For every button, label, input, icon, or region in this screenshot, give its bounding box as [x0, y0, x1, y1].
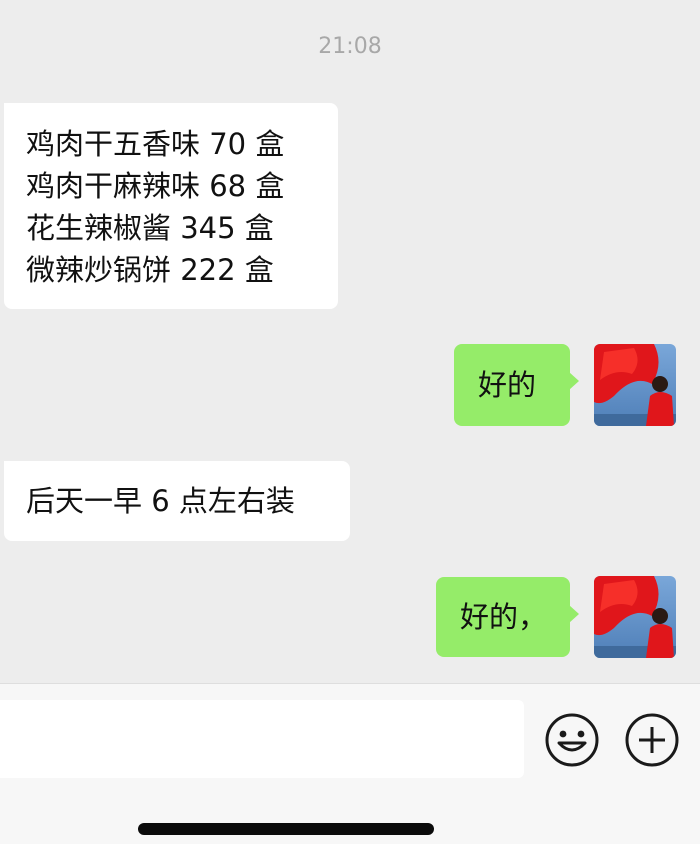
plus-circle-icon[interactable] [624, 712, 680, 768]
message-text: 后天一早 6 点左右装 [26, 484, 295, 518]
message-input[interactable] [0, 700, 524, 778]
outgoing-message-bubble[interactable]: 好的， [436, 577, 579, 657]
outgoing-message-bubble[interactable]: 好的 [454, 344, 579, 426]
user-avatar[interactable] [594, 344, 676, 426]
chat-area: 21:08 鸡肉干五香味 70 盒 鸡肉干麻辣味 68 盒 花生辣椒酱 345 … [0, 0, 700, 683]
message-line: 鸡肉干麻辣味 68 盒 [26, 169, 285, 203]
message-line: 花生辣椒酱 345 盒 [26, 211, 274, 245]
message-line: 鸡肉干五香味 70 盒 [26, 127, 285, 161]
message-text: 好的， [460, 600, 548, 634]
user-avatar[interactable] [594, 576, 676, 658]
home-indicator [138, 823, 434, 835]
input-bar [0, 683, 700, 844]
message-text: 好的 [478, 368, 537, 402]
incoming-message-bubble[interactable]: 后天一早 6 点左右装 [4, 461, 350, 541]
incoming-message-bubble[interactable]: 鸡肉干五香味 70 盒 鸡肉干麻辣味 68 盒 花生辣椒酱 345 盒 微辣炒锅… [4, 103, 338, 309]
emoji-smile-icon[interactable] [544, 712, 600, 768]
message-timestamp: 21:08 [318, 34, 382, 59]
message-line: 微辣炒锅饼 222 盒 [26, 253, 274, 287]
